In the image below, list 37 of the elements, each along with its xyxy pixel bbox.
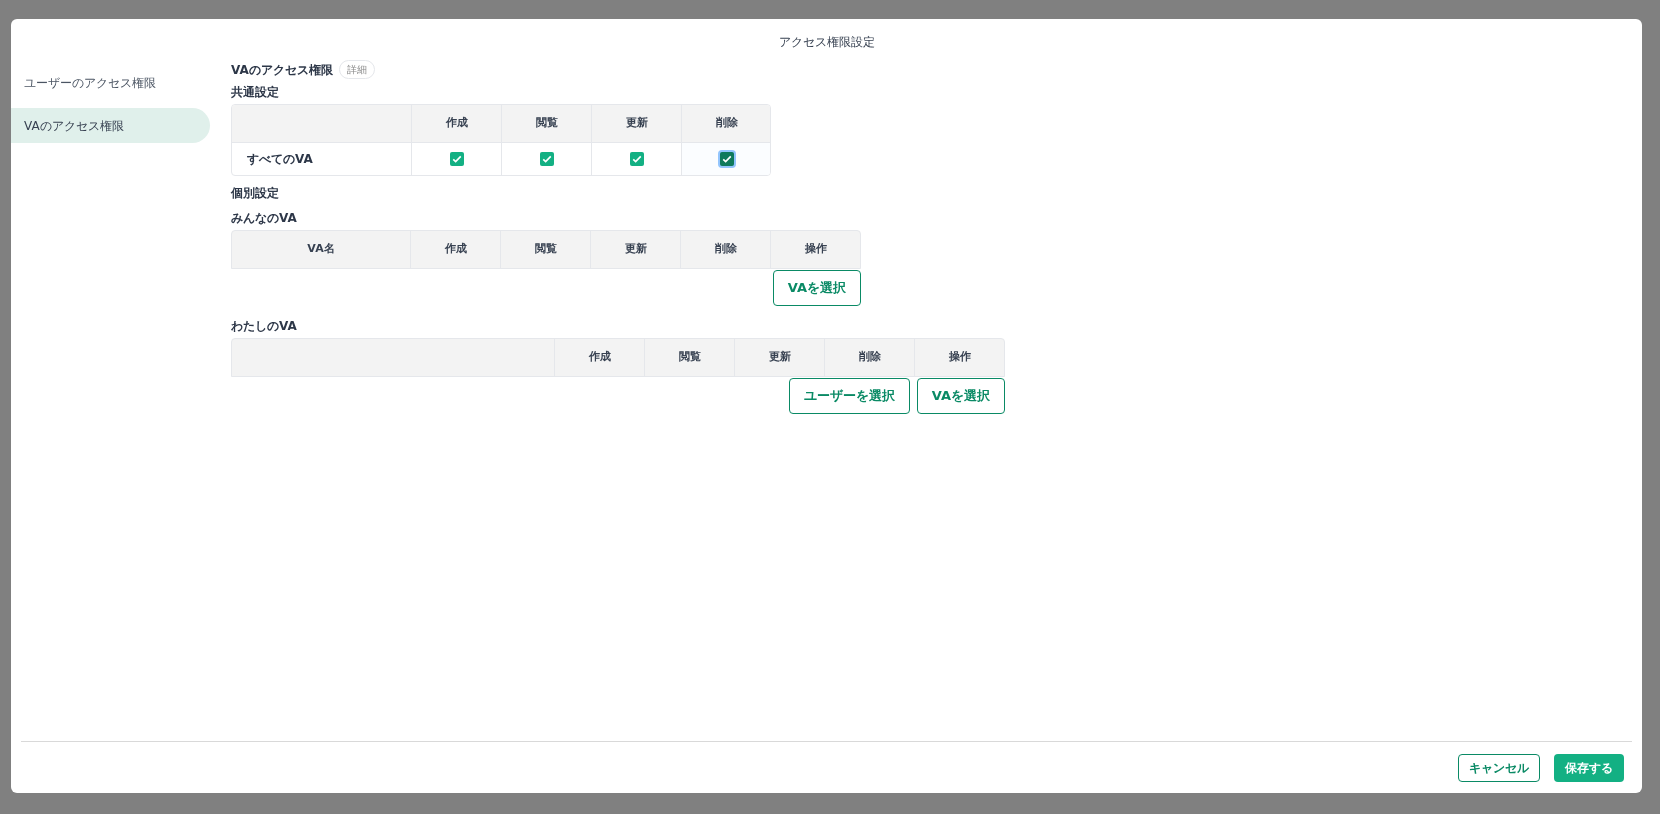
section-title: VAのアクセス権限 [231,61,333,79]
cancel-button[interactable]: キャンセル [1458,753,1540,782]
column-header: 削除 [714,241,737,258]
select-button[interactable]: VAを選択 [772,270,861,306]
subsection-title: 個別設定 [231,185,280,202]
column-header: 更新 [625,115,648,132]
checkbox[interactable] [629,152,644,166]
column-header: 閲覧 [535,115,558,132]
check-icon [540,153,553,165]
column-header: 削除 [858,349,881,366]
column-header: 操作 [949,349,971,366]
sidebar-item[interactable]: ユーザーのアクセス権限 [11,65,210,100]
column-header: 操作 [805,241,827,258]
column-header: 更新 [768,349,791,366]
checkbox[interactable] [449,152,464,166]
check-icon [721,153,733,165]
checkbox[interactable] [539,152,554,166]
check-icon [630,153,643,165]
column-header: 作成 [444,241,467,258]
column-header: 作成 [445,115,468,132]
save-button[interactable]: 保存する [1554,753,1624,782]
column-header: 削除 [716,115,738,132]
group-title: わたしのVA [231,318,298,335]
column-header: 更新 [624,241,647,258]
select-button[interactable]: ユーザーを選択 [788,378,910,414]
dialog-title: アクセス権限設定 [777,34,876,51]
group-title: みんなのVA [231,210,298,227]
column-header: 閲覧 [678,349,701,366]
check-icon [450,153,463,165]
subsection-title: 共通設定 [231,84,280,101]
column-header: VA名 [307,241,335,258]
row-label: すべてのVA [247,151,313,168]
checkbox[interactable] [720,152,734,166]
column-header: 閲覧 [534,241,557,258]
sidebar-item[interactable]: VAのアクセス権限 [11,108,210,143]
column-header: 作成 [588,349,611,366]
select-button[interactable]: VAを選択 [916,378,1005,414]
